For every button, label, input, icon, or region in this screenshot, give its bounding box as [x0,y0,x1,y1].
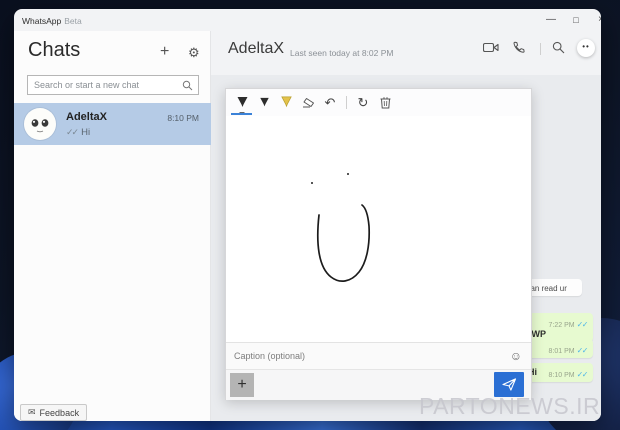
chat-item-time: 8:10 PM [167,113,199,123]
chats-heading: Chats [28,39,81,61]
chat-item-last-message: Hi [81,127,91,138]
chat-item-name: AdeltaX [66,111,107,123]
message-time: 8:01 PM [548,348,575,355]
chat-item-preview: ✓✓ Hi [66,127,90,138]
feedback-button[interactable]: ✉ Feedback [20,404,88,421]
beta-label: Beta [64,16,82,26]
feedback-label: Feedback [39,407,80,418]
desktop: WhatsAppBeta — □ × Chats + ⚙ [0,0,620,430]
search-input[interactable] [34,77,179,93]
close-button[interactable]: × [591,12,601,28]
outgoing-message-bubble: 8:10 PM ✓✓ Hi [522,363,593,382]
maximize-button[interactable]: □ [566,12,586,28]
toolbar-divider [346,96,347,109]
conversation-title: AdeltaX [228,40,285,57]
message-time: 8:10 PM [548,372,575,379]
drawing-toolbar: ↶ ↻ [226,89,531,116]
titlebar: WhatsAppBeta — □ × [14,9,601,31]
whatsapp-window: WhatsAppBeta — □ × Chats + ⚙ [14,9,601,421]
caption-input[interactable] [234,348,484,364]
search-icon [182,80,193,91]
rotate-icon[interactable]: ↻ [352,92,374,114]
app-title: WhatsApp Beta [22,16,82,26]
header-divider [540,43,541,55]
new-chat-icon[interactable]: + [160,43,169,61]
envelope-icon: ✉ [28,407,36,417]
freehand-drawing [311,173,371,282]
voice-call-icon[interactable] [512,41,530,57]
drawing-editor-panel: ↶ ↻ ☺ + [225,88,532,400]
avatar [24,108,56,140]
selected-tool-indicator [231,113,252,115]
eraser-tool[interactable] [297,92,319,114]
read-ticks-icon: ✓✓ [576,320,589,329]
pen-tool-selected[interactable] [231,92,253,115]
highlighter-tool[interactable] [275,92,297,114]
minimize-button[interactable]: — [541,12,561,28]
read-ticks-icon: ✓✓ [576,346,589,355]
paper-plane-icon [501,378,516,391]
chat-search-box[interactable] [27,75,199,95]
delete-drawing-icon[interactable] [374,92,396,114]
chat-list-item-adeltax[interactable]: AdeltaX 8:10 PM ✓✓ Hi [14,103,211,145]
pencil-tool[interactable] [253,92,275,114]
app-name: WhatsApp [22,16,62,26]
watermark: PARTONEWS.IR [419,393,601,419]
caption-row: ☺ [226,342,531,369]
more-options-icon[interactable]: •• [577,39,595,57]
delivered-ticks-icon: ✓✓ [66,127,79,137]
add-attachment-button[interactable]: + [230,373,254,397]
settings-gear-icon[interactable]: ⚙ [188,45,200,61]
video-call-icon[interactable] [483,41,501,57]
message-time: 7:22 PM [548,322,575,329]
drawing-canvas[interactable] [226,116,531,342]
last-seen-status: Last seen today at 8:02 PM [290,48,394,58]
conversation-search-icon[interactable] [552,41,570,57]
caption-emoji-icon[interactable]: ☺ [510,349,522,363]
undo-icon[interactable]: ↶ [319,92,341,114]
read-ticks-icon: ✓✓ [576,370,589,379]
chats-sidebar: Chats + ⚙ Search or start a new chat Ade… [14,31,211,421]
